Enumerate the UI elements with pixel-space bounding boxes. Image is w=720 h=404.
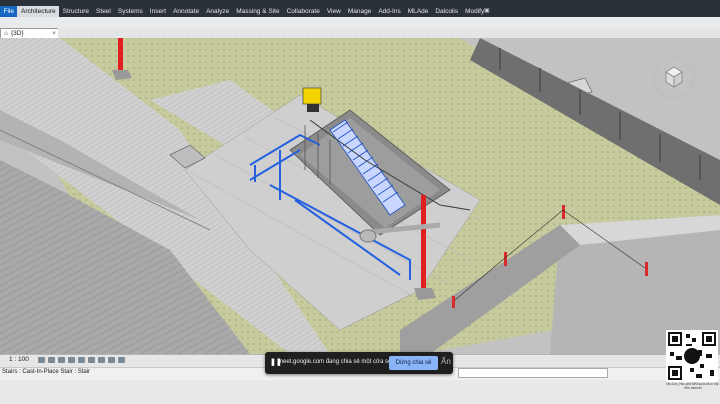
view-tab-label: {3D} xyxy=(10,30,24,37)
detail-level-icon[interactable] xyxy=(38,357,45,363)
ribbon-tab-dalcolis[interactable]: Dalcolis xyxy=(432,6,462,17)
ribbon-tab-steel[interactable]: Steel xyxy=(93,6,115,17)
ribbon-tab-analyze[interactable]: Analyze xyxy=(203,6,233,17)
lock-view-icon[interactable] xyxy=(98,357,105,363)
reveal-hidden-icon[interactable] xyxy=(118,357,125,363)
screen-share-message: meet.google.com đang chia sẻ một cửa sổ. xyxy=(278,359,394,365)
ribbon-tab-systems[interactable]: Systems xyxy=(114,6,146,17)
visual-style-icon[interactable] xyxy=(48,357,55,363)
ribbon-tab-architecture[interactable]: Architecture xyxy=(17,6,60,17)
view-control-icons xyxy=(38,357,125,363)
sun-path-icon[interactable] xyxy=(58,357,65,363)
qr-caption: Ms.Dus_Học-phổ BIM quốc-tế-từ Mỹ-trên-In… xyxy=(666,382,720,390)
ribbon-tab-file[interactable]: File xyxy=(0,6,18,17)
ribbon-tab-collaborate[interactable]: Collaborate xyxy=(283,6,323,17)
stop-sharing-button[interactable]: Dừng chia sẻ xyxy=(389,356,438,370)
camera-icon[interactable]: ▣ xyxy=(484,7,494,15)
3d-viewport[interactable] xyxy=(0,38,720,354)
ribbon-tabs: File Architecture Structure Steel Systems Ins… xyxy=(0,6,488,17)
hide-share-bar-button[interactable]: Ẩn xyxy=(441,357,451,369)
status-selector-field[interactable] xyxy=(458,368,608,378)
ribbon-tab-view[interactable]: View xyxy=(323,6,344,17)
render-icon[interactable] xyxy=(78,357,85,363)
ribbon-tab-manage[interactable]: Manage xyxy=(344,6,375,17)
hide-isolate-icon[interactable] xyxy=(108,357,115,363)
ribbon-tab-insert[interactable]: Insert xyxy=(146,6,169,17)
ribbon-tab-massing-site[interactable]: Massing & Site xyxy=(233,6,283,17)
ribbon-tab-annotate[interactable]: Annotate xyxy=(170,6,203,17)
lower-panel xyxy=(0,380,720,404)
crop-view-icon[interactable] xyxy=(88,357,95,363)
model-drawing xyxy=(0,38,720,354)
qr-code xyxy=(666,330,718,382)
ribbon-tab-structure[interactable]: Structure xyxy=(59,6,92,17)
shadows-icon[interactable] xyxy=(68,357,75,363)
viewcube-icon[interactable] xyxy=(652,56,696,100)
view-scale[interactable]: 1 : 100 xyxy=(9,356,29,363)
ribbon-tab-mlade[interactable]: MLAde xyxy=(404,6,432,17)
status-text: Stairs : Cast-In-Place Stair : Stair xyxy=(2,369,91,375)
ribbon-tab-add-ins[interactable]: Add-Ins xyxy=(375,6,404,17)
